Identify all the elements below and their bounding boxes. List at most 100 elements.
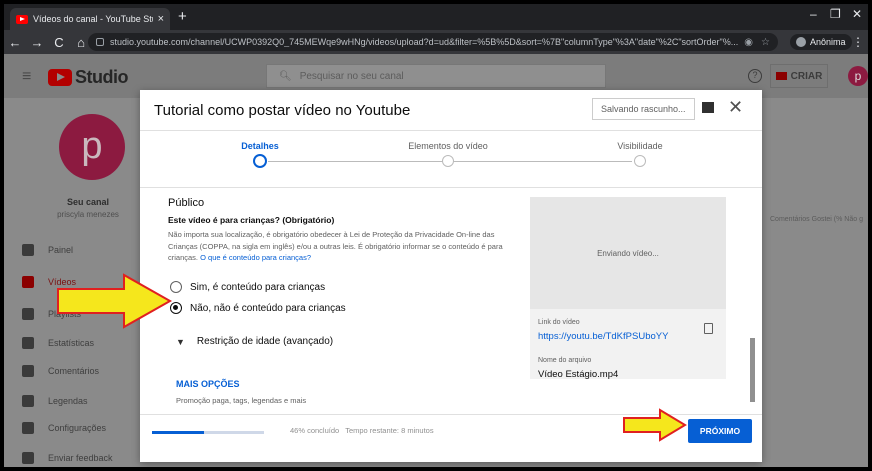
help-icon[interactable]: ? [748,69,762,83]
radio-yes-label: Sim, é conteúdo para crianças [190,281,326,293]
sidebar-item-label: Estatísticas [48,338,95,348]
time-remaining-text: Tempo restante: 8 minutos [345,426,434,435]
more-options-button[interactable]: MAIS OPÇÕES [176,379,240,389]
divider [140,187,762,188]
feedback-icon [22,452,34,464]
tab-close-icon[interactable]: × [158,13,164,25]
search-icon: 🔍︎ [279,70,292,82]
radio-option-no[interactable]: Não, não é conteúdo para crianças [170,302,346,314]
url-text: studio.youtube.com/channel/UCWP0392Q0_74… [110,37,739,47]
step-dot-details[interactable] [253,154,267,168]
sidebar-item-configuracoes[interactable]: Configurações [22,422,106,434]
saving-draft-button[interactable]: Salvando rascunho... [592,98,695,120]
upload-progress-fill [152,431,204,434]
minimize-icon[interactable]: – [810,7,817,21]
tab-title: Vídeos do canal - YouTube Studi [33,14,153,24]
create-button[interactable]: CRIAR [770,64,828,88]
forward-icon[interactable]: → [26,35,48,50]
annotation-arrow-next [623,408,687,442]
dialog-scrollbar[interactable] [750,338,755,402]
step-dot-video-elements[interactable] [442,155,454,167]
feedback-alert-icon[interactable] [702,102,714,113]
video-link[interactable]: https://youtu.be/TdKfPSUboYY [538,331,668,342]
video-preview-panel: Enviando vídeo... Link do vídeo https://… [530,197,726,380]
sidebar-item-painel[interactable]: Painel [22,244,73,256]
screenshot-frame: Vídeos do canal - YouTube Studi × + – ❐ … [4,4,868,467]
audience-description: Não importa sua localização, é obrigatór… [168,229,513,264]
chevron-down-icon: ▼ [176,336,185,347]
channel-picture[interactable]: p [59,114,125,180]
age-restriction-label: Restrição de idade (avançado) [196,336,334,347]
dialog-title: Tutorial como postar vídeo no Youtube [154,102,411,119]
sidebar-item-feedback[interactable]: Enviar feedback [22,452,113,464]
upload-dialog: Tutorial como postar vídeo no Youtube Sa… [140,90,762,462]
video-link-label: Link do vídeo [538,319,580,326]
radio-option-yes[interactable]: Sim, é conteúdo para crianças [170,281,325,293]
videos-icon [22,276,34,288]
close-icon[interactable]: ✕ [728,97,743,118]
bookmark-star-icon[interactable]: ☆ [761,37,770,48]
youtube-favicon-icon [16,14,28,24]
subtitles-icon [22,395,34,407]
upload-stepper: Detalhes Elementos do vídeo Visibilidade [140,131,762,187]
step-video-elements[interactable]: Elementos do vídeo [388,141,508,151]
filename-label: Nome do arquivo [538,357,592,364]
playlists-icon [22,308,34,320]
browser-tab-strip: Vídeos do canal - YouTube Studi × + – ❐ … [4,4,868,30]
restore-icon[interactable]: ❐ [830,7,841,21]
browser-toolbar: ← → C ⌂ studio.youtube.com/channel/UCWP0… [4,30,868,54]
hamburger-menu-icon[interactable]: ≡ [22,68,31,86]
camera-icon [775,72,787,80]
sidebar-item-legendas[interactable]: Legendas [22,395,88,407]
sidebar-item-label: Enviar feedback [48,453,113,463]
step-visibility[interactable]: Visibilidade [580,141,700,151]
sidebar-item-label: Legendas [48,396,88,406]
next-button[interactable]: PRÓXIMO [688,419,752,443]
back-icon[interactable]: ← [4,35,26,50]
progress-status: 46% concluído Tempo restante: 8 minutos [290,426,434,435]
lock-icon [96,38,104,46]
browser-menu-icon[interactable]: ⋮ [852,35,864,49]
window-close-icon[interactable]: ✕ [852,7,862,21]
more-options-subtitle: Promoção paga, tags, legendas e mais [176,396,307,405]
audience-question: Este vídeo é para crianças? (Obrigatório… [168,215,335,225]
radio-no-label: Não, não é conteúdo para crianças [190,302,346,314]
profile-chip[interactable]: Anônima [790,34,852,50]
step-dot-visibility[interactable] [634,155,646,167]
browser-tab[interactable]: Vídeos do canal - YouTube Studi × [10,8,170,30]
channel-search-input[interactable]: 🔍︎ Pesquisar no seu canal [266,64,606,88]
address-bar[interactable]: studio.youtube.com/channel/UCWP0392Q0_74… [88,33,778,51]
audience-section: Público Este vídeo é para crianças? (Obr… [168,197,518,264]
video-preview: Enviando vídeo... [530,197,726,309]
age-restriction-toggle[interactable]: ▼ Restrição de idade (avançado) [176,336,333,347]
audience-heading: Público [168,197,205,209]
sidebar-item-comentarios[interactable]: Comentários [22,365,99,377]
sidebar-item-label: Comentários [48,366,100,376]
kids-content-link[interactable]: O que é conteúdo para crianças? [200,253,311,262]
step-details[interactable]: Detalhes [200,141,320,151]
account-avatar[interactable]: p [848,66,868,86]
profile-label: Anônima [810,37,846,47]
progress-percent-text: 46% concluído [290,426,340,435]
sidebar-item-estatisticas[interactable]: Estatísticas [22,337,94,349]
youtube-logo-icon [48,69,72,86]
create-button-label: CRIAR [790,70,823,82]
incognito-icon [796,37,806,47]
comments-icon [22,365,34,377]
settings-gear-icon [22,422,34,434]
annotation-arrow-left [57,273,173,329]
sidebar-item-label: Configurações [48,423,107,433]
search-placeholder: Pesquisar no seu canal [299,70,404,82]
filename-value: Vídeo Estágio.mp4 [538,369,619,380]
upload-status: Enviando vídeo... [597,248,659,258]
table-headers-background: Comentários Gostei (% Não g [770,216,863,223]
analytics-icon [22,337,34,349]
dashboard-icon [22,244,34,256]
copy-icon[interactable] [704,323,713,334]
reload-icon[interactable]: C [48,35,70,50]
studio-logo[interactable]: Studio [48,67,129,88]
studio-logo-text: Studio [75,67,129,87]
new-tab-icon[interactable]: + [178,8,187,25]
incognito-eye-icon[interactable]: ◉ [744,37,753,48]
sidebar-item-label: Painel [48,245,74,255]
